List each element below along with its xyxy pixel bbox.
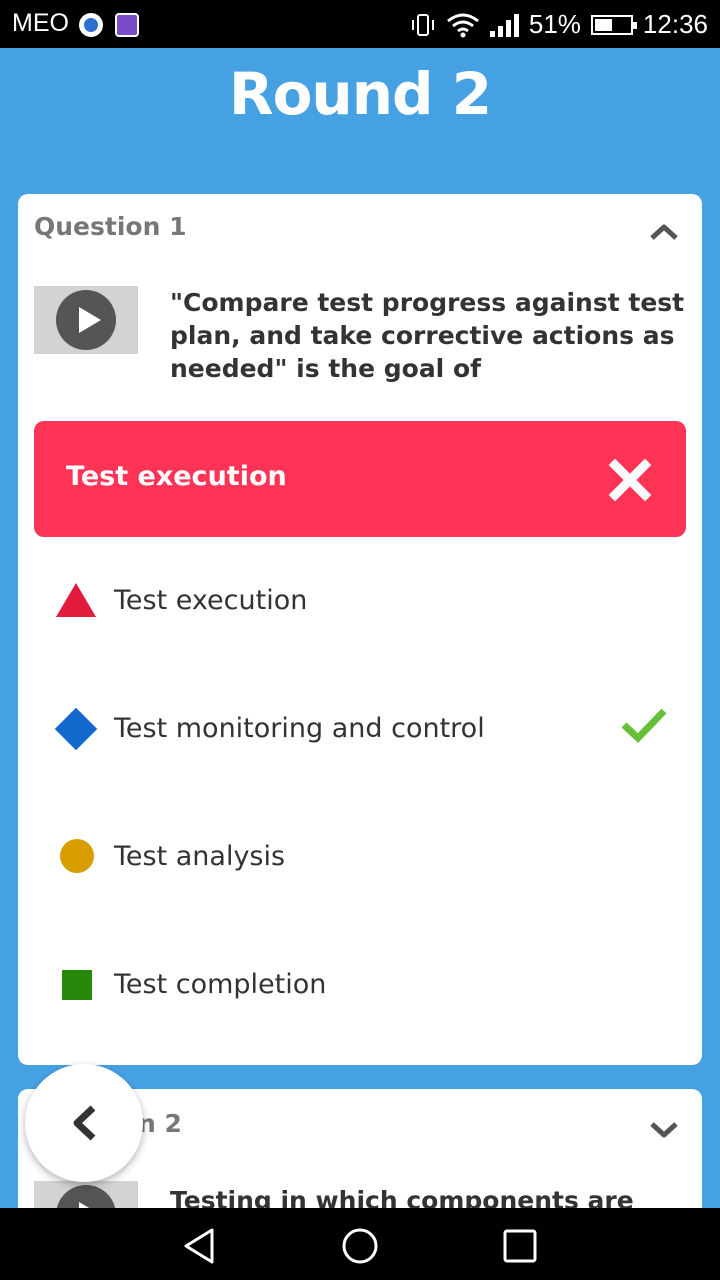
chevron-up-icon[interactable] [648,220,680,244]
battery-fill [594,18,613,31]
gallery-notification-icon [115,13,139,37]
answer-option-triangle: Test execution [34,571,686,631]
clock: 12:36 [642,9,708,39]
question-header: n 2 [138,1109,182,1138]
question-text: "Compare test progress against test plan… [170,288,685,383]
nav-back-icon[interactable] [180,1226,220,1266]
system-nav-bar [0,1208,720,1280]
media-thumbnail[interactable] [34,286,138,354]
diamond-icon [54,707,98,751]
chevron-left-icon [73,1105,96,1141]
chevron-down-icon[interactable] [648,1117,680,1141]
battery-icon [590,14,637,35]
selected-answer-banner: Test execution [34,421,686,537]
selected-answer-label: Test execution [66,461,287,492]
back-button[interactable] [25,1064,143,1182]
question-card-1: Question 1 "Compare test progress agains… [18,194,702,1065]
status-bar: MEO 51% 12:36 [0,0,720,48]
answer-option-square: Test completion [34,955,686,1015]
battery-percent: 51% [528,9,581,39]
signal-icon [489,13,519,37]
wifi-icon [446,13,479,37]
answer-option-label: Test execution [114,585,308,616]
circle-icon [60,839,94,873]
answer-option-diamond: Test monitoring and control [34,699,686,759]
nav-home-icon[interactable] [340,1226,380,1266]
vibrate-icon [411,13,434,36]
close-icon [608,458,652,502]
carrier-label: MEO [12,9,69,37]
square-icon [62,970,92,1000]
answer-option-label: Test monitoring and control [114,713,485,744]
round-title: Round 2 [228,60,492,128]
question-header: Question 1 [34,212,187,241]
triangle-icon [56,583,96,617]
nav-recents-icon[interactable] [500,1226,540,1266]
check-icon [621,708,667,743]
answer-option-circle: Test analysis [34,827,686,887]
answer-option-label: Test analysis [114,841,286,872]
answer-option-label: Test completion [114,969,327,1000]
play-icon[interactable] [56,290,116,350]
notification-app-icon [79,13,103,37]
